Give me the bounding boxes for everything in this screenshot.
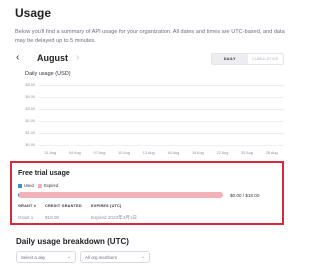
y-tick-label: $3.00 [25, 106, 35, 111]
x-tick-label: 22 Aug [216, 151, 229, 155]
chevron-down-icon: ⌄ [66, 254, 71, 260]
x-tick-label: 28 Aug [265, 151, 278, 155]
x-tick-label: 16 Aug [167, 151, 180, 155]
chart-gridline [38, 121, 284, 122]
previous-month-icon[interactable]: ‹ [16, 52, 19, 64]
view-toggle: DAILY CUMULATIVE [211, 53, 284, 65]
chart-gridline [38, 85, 284, 86]
used-legend-label: Used [24, 183, 34, 188]
x-tick-label: 13 Aug [142, 151, 155, 155]
x-tick-label: 07 Aug [93, 151, 106, 155]
trial-usage-amount: $0.00 / $18.00 [230, 193, 260, 198]
daily-tab[interactable]: DAILY [212, 54, 248, 64]
grant-column-header: GRANT # [18, 204, 37, 208]
y-tick-label: $4.00 [25, 94, 35, 99]
expired-legend-swatch [38, 184, 42, 188]
member-select-value: All org members [85, 254, 117, 260]
cumulative-tab[interactable]: CUMULATIVE [248, 54, 284, 64]
y-tick-label: $1.00 [25, 130, 35, 135]
y-tick-label: $5.00 [25, 82, 35, 87]
x-tick-label: 10 Aug [118, 151, 130, 155]
chart-gridline [38, 133, 284, 134]
x-tick-label: 31 Aug [44, 151, 57, 155]
trial-usage-bar-used [18, 192, 20, 198]
member-select[interactable]: All org members ⌄ [80, 251, 150, 263]
trial-usage-bar [18, 192, 223, 198]
trial-title: Free trial usage [18, 170, 70, 177]
expires-cell: Expired 2023年4月1日 [91, 215, 137, 220]
credit-column-header: CREDIT GRANTED [45, 204, 82, 208]
chart-gridline [38, 145, 284, 146]
chart-gridline [38, 97, 284, 98]
chart-gridline [38, 109, 284, 110]
day-select[interactable]: Select a day ⌄ [16, 251, 76, 263]
grant-cell: Grant 1 [18, 215, 34, 220]
y-tick-label: $0.00 [25, 142, 35, 147]
day-select-value: Select a day [21, 254, 46, 260]
used-legend-swatch [18, 184, 22, 188]
expires-column-header: EXPIRES (UTC) [91, 204, 122, 208]
page-title: Usage [15, 6, 52, 20]
x-tick-label: 25 Aug [241, 151, 253, 155]
next-month-icon[interactable]: › [76, 52, 79, 64]
breakdown-title: Daily usage breakdown (UTC) [16, 237, 129, 246]
chart-title: Daily usage (USD) [25, 71, 71, 77]
chevron-down-icon: ⌄ [140, 254, 145, 260]
x-tick-label: 19 Aug [191, 151, 204, 155]
y-tick-label: $2.00 [25, 118, 35, 123]
page-description: Below you'll find a summary of API usage… [15, 29, 285, 44]
expired-legend-label: Expired [44, 183, 59, 188]
x-tick-label: 04 Aug [68, 151, 81, 155]
current-month: August [37, 53, 68, 63]
credit-cell: $18.00 [45, 215, 60, 220]
